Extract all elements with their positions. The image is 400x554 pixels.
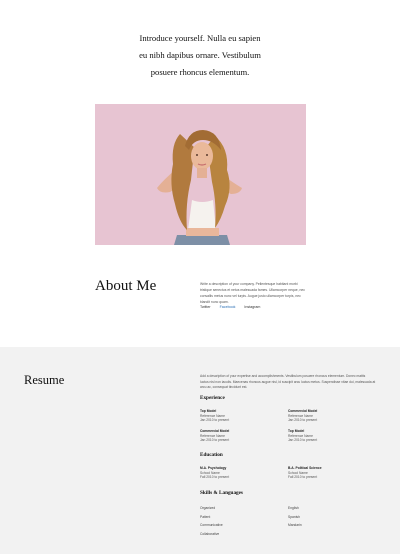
intro-line: posuere rhoncus elementum. <box>150 67 250 77</box>
experience-entry: Top Model Reference Name Jan 2010 to pre… <box>288 429 368 443</box>
entry-dates: Jan 2010 to present <box>200 418 230 423</box>
about-description: Write a description of your company. Pel… <box>200 281 310 305</box>
entry-dates: Fall 2010 to present <box>288 475 318 480</box>
entry-dates: Jan 2010 to present <box>288 438 318 443</box>
experience-entry: Commercial Model Reference Name Jan 2010… <box>288 409 368 423</box>
intro-line: Introduce yourself. Nulla eu sapien <box>139 33 261 43</box>
education-entry: B.A. Political Science School Name Fall … <box>288 466 368 480</box>
skill-item: Communicative <box>200 523 223 527</box>
facebook-link[interactable]: Facebook <box>220 305 236 309</box>
language-item: Mandarin <box>288 523 302 527</box>
skill-item: Patient <box>200 515 211 519</box>
experience-entry: Commercial Model Reference Name Jan 2010… <box>200 429 280 443</box>
instagram-link[interactable]: Instagram <box>244 305 260 309</box>
skills-heading: Skills & Languages <box>200 490 243 496</box>
resume-desc-line: arcu ac, consequat tincidunt est. <box>200 385 248 389</box>
experience-heading: Experience <box>200 395 225 401</box>
twitter-link[interactable]: Twitter <box>200 305 211 309</box>
education-heading: Education <box>200 452 223 458</box>
entry-dates: Fall 2010 to present <box>200 475 230 480</box>
about-heading: About Me <box>95 278 157 294</box>
language-item: English <box>288 506 299 510</box>
skill-item: Collaborative <box>200 532 220 536</box>
language-item: Spanish <box>288 515 300 519</box>
intro-line: eu nibh dapibus ornare. Vestibulum <box>139 50 261 60</box>
education-entry: M.A. Psychology School Name Fall 2010 to… <box>200 466 280 480</box>
entry-dates: Jan 2010 to present <box>200 438 230 443</box>
social-links: Twitter Facebook Instagram <box>200 305 268 309</box>
portrait-photo <box>95 104 306 245</box>
resume-heading: Resume <box>24 373 65 387</box>
skill-item: Organized <box>200 506 216 510</box>
experience-entry: Top Model Reference Name Jan 2010 to pre… <box>200 409 280 423</box>
intro-text: Introduce yourself. Nulla eu sapien eu n… <box>0 30 400 81</box>
resume-desc-line: Add a description of your expertise and … <box>200 374 366 378</box>
portrait-illustration <box>95 104 306 245</box>
resume-description: Add a description of your expertise and … <box>200 374 380 391</box>
entry-dates: Jan 2010 to present <box>288 418 318 423</box>
